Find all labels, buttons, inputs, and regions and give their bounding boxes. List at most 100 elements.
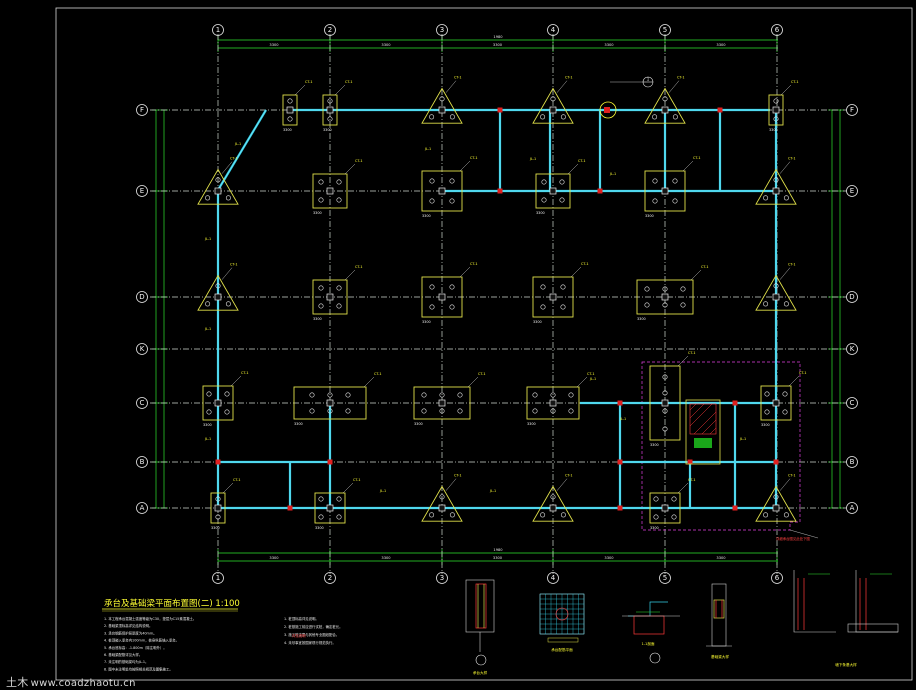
column (772, 504, 780, 512)
pile (672, 178, 678, 184)
pile (224, 391, 230, 397)
foundation-beams (216, 108, 778, 510)
special-cap (685, 399, 721, 465)
pile (672, 198, 678, 204)
axis-label: C (850, 399, 855, 407)
note-line: 7. 未注明的基础梁均为JL-1。 (104, 659, 148, 664)
axis-label: 6 (775, 26, 780, 34)
axis-bubble-C: C (136, 397, 148, 409)
column-marker (773, 459, 779, 465)
axis-label: A (140, 504, 145, 512)
axis-bubble-A: A (846, 502, 858, 514)
notes-right: 1. 桩顶标高详见说明。2. 桩基施工前应进行试桩，确定桩长。3. 施工时注意与… (284, 616, 343, 645)
cap-tag: CT-1 (688, 478, 696, 482)
column-marker (497, 107, 503, 113)
pile (652, 178, 658, 184)
cap-dim: 3300 (650, 443, 659, 447)
pile (680, 286, 686, 292)
cap-tag: CT-1 (565, 474, 573, 478)
cap-dim: 3300 (769, 128, 778, 132)
cap-tag: CT-1 (788, 263, 796, 267)
axis-label: 2 (328, 26, 332, 34)
pile (532, 408, 538, 414)
pile (336, 197, 342, 203)
dim-bay-bottom: 3300 (493, 556, 503, 560)
pile (540, 304, 546, 310)
note-red: 详见说明 (292, 633, 306, 638)
svg-text:1-1剖面: 1-1剖面 (641, 641, 654, 646)
detail-cap-section: 承台大样 (465, 579, 495, 675)
cap-tag: CT-1 (587, 372, 595, 376)
axis-label: D (849, 293, 854, 301)
cap-dim: 3300 (211, 526, 220, 530)
cap-tag: CT-1 (355, 265, 363, 269)
axis-bubble-K: K (846, 343, 858, 355)
svg-text:基础梁大样: 基础梁大样 (711, 654, 729, 659)
pile (783, 301, 789, 307)
column (661, 504, 669, 512)
beam-tag: JL-1 (424, 147, 431, 151)
pile (429, 114, 435, 120)
column (772, 293, 780, 301)
pile (449, 178, 455, 184)
pile (449, 198, 455, 204)
column (326, 399, 334, 407)
dimension-labels: 1980 1980 3300 3300 3300 3300 3300 3300 3300 3300… (152, 35, 844, 565)
pile (680, 302, 686, 308)
column (661, 106, 669, 114)
dim-bay-bottom: 3300 (604, 556, 614, 560)
cap-dim: 3300 (645, 214, 654, 218)
note-line: 6. 基础梁配筋详见大样。 (104, 652, 142, 657)
pile (287, 116, 293, 122)
axis-label: 2 (328, 574, 332, 582)
pile-cap: CT-1 3300 (644, 156, 701, 218)
cap-dim: 3300 (761, 423, 770, 427)
cap-dim: 3300 (650, 526, 659, 530)
svg-text:承台大样: 承台大样 (473, 670, 488, 675)
column (214, 293, 222, 301)
pile-cap: CT-1 3300 (413, 372, 486, 426)
axis-bubble-5: 5 (659, 572, 671, 584)
pile (653, 496, 659, 502)
axis-grid (150, 34, 846, 574)
axis-label: E (850, 187, 854, 195)
beam-tag: JL-1 (204, 237, 211, 241)
cap-tag: CT-1 (578, 159, 586, 163)
cap-tag: CT-1 (693, 156, 701, 160)
pile-cap: CT-1 3300 (526, 372, 595, 426)
beam-tag: JL-1 (529, 157, 536, 161)
pile (429, 198, 435, 204)
axis-label: F (850, 106, 854, 114)
cap-dim: 3300 (294, 422, 303, 426)
column (549, 504, 557, 512)
cap-tag: CT-1 (230, 263, 238, 267)
cap-dim: 3300 (533, 320, 542, 324)
pile-cap: CT-1 3300 (636, 265, 709, 321)
pile (763, 195, 769, 201)
beam-tag: JL-1 (609, 172, 616, 176)
drawing-title: 承台及基础梁平面布置图(二) 1:100 (104, 598, 240, 609)
cap-dim: 3300 (323, 128, 332, 132)
pile (449, 512, 455, 518)
pile (336, 496, 342, 502)
cap-tag: CT-1 (788, 157, 796, 161)
column (438, 399, 446, 407)
note-line: 1. 本工程承台混凝土强度等级为C30，垫层为C15素混凝土。 (104, 616, 196, 621)
cap-dim: 3300 (315, 526, 324, 530)
axis-label: 5 (663, 26, 667, 34)
column-marker (732, 400, 738, 406)
beam-tag: JL-1 (234, 142, 241, 146)
column-marker (732, 505, 738, 511)
pile-cap: CT-1 3300 (202, 371, 249, 427)
drawing-frame (55, 7, 913, 681)
column (549, 399, 557, 407)
cap-tag: CT-1 (688, 351, 696, 355)
cap-tag: CT-1 (345, 80, 353, 84)
pile-cap: CT-1 3300 (532, 262, 589, 324)
pile (336, 179, 342, 185)
axis-label: 3 (440, 26, 444, 34)
cap-tag: CT-1 (233, 478, 241, 482)
pile (652, 114, 658, 120)
pile (429, 512, 435, 518)
column (214, 187, 222, 195)
